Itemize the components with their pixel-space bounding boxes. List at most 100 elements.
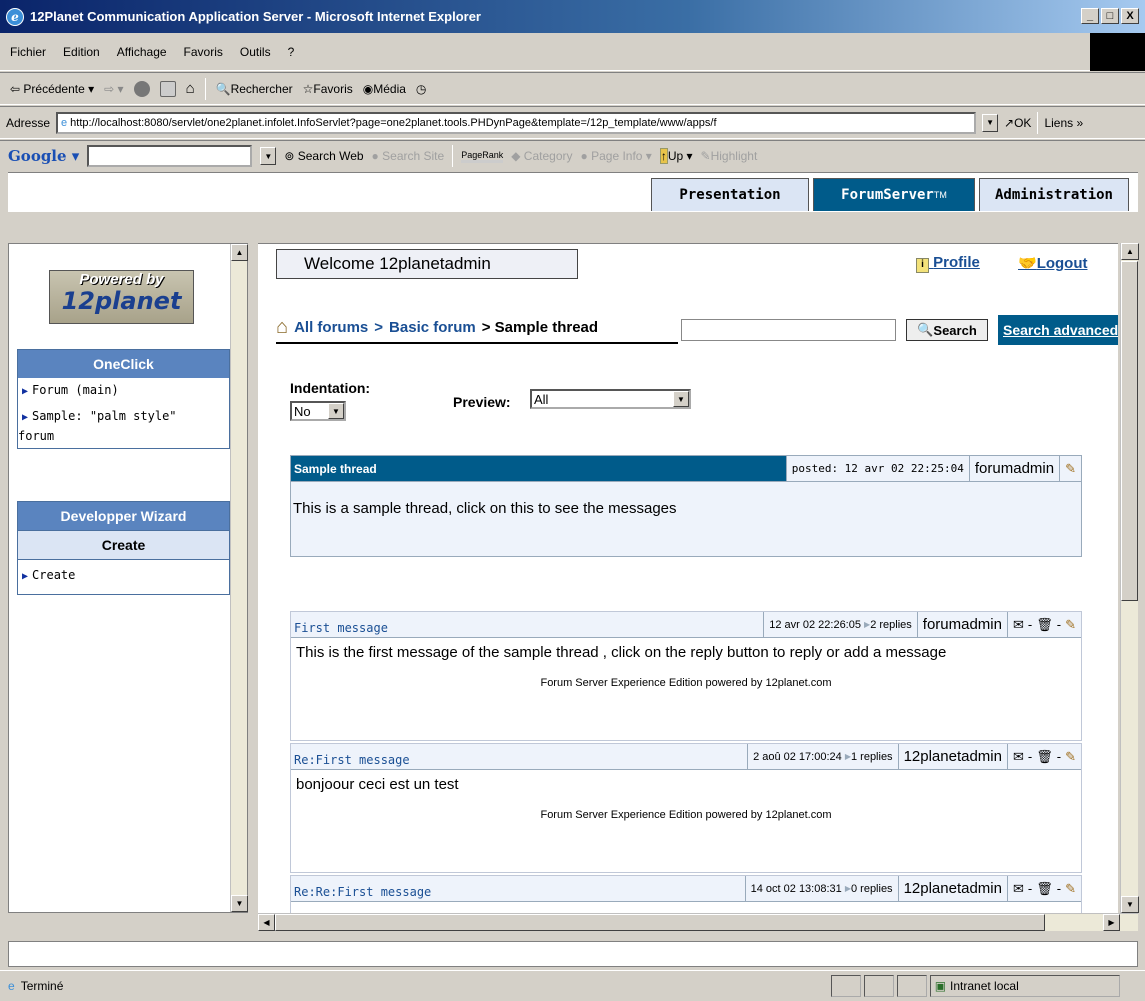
reply-icon[interactable]: ✉ [1013,881,1024,897]
sidebar-item-create[interactable]: ▶ Create [18,560,229,594]
message-title[interactable]: First message [291,612,763,637]
favorites-toolbar-button[interactable]: ☆Favoris [303,82,353,96]
indentation-select[interactable]: No ▼ [290,401,346,421]
scroll-up-button[interactable]: ▲ [1121,243,1139,260]
reply-icon[interactable]: ✉ [1013,749,1024,765]
status-pane [863,975,894,997]
menu-help[interactable]: ? [288,45,295,59]
highlight-button[interactable]: ✎Highlight [701,149,758,163]
up-button[interactable]: ↑Up ▾ [659,148,693,164]
close-button[interactable]: X [1121,8,1139,24]
google-search-input[interactable] [87,145,253,167]
tab-forumserver[interactable]: ForumServer TM [813,178,975,211]
highlight-label: Highlight [710,149,758,163]
page-done-icon: e [8,979,15,993]
sidebar-item-forum-main[interactable]: ▶ Forum (main) [18,378,229,404]
wizard-subtitle: Create [18,530,229,560]
stop-icon[interactable] [133,80,150,97]
minimize-button[interactable]: _ [1081,8,1099,24]
message-title[interactable]: Re:First message [291,744,747,769]
trash-icon[interactable]: 🗑 [1036,617,1053,633]
menu-outils[interactable]: Outils [240,45,271,59]
go-button[interactable]: ↗OK [1004,116,1031,130]
oneclick-panel: OneClick ▶ Forum (main) ▶ Sample: "palm st… [17,349,230,449]
trash-icon[interactable]: 🗑 [1036,881,1053,897]
breadcrumb-current: > Sample thread [481,319,599,336]
powered-by-logo: Powered by 12planet [49,270,194,324]
tab-presentation[interactable]: Presentation [651,178,809,211]
google-logo[interactable]: Google ▾ [8,147,79,165]
menu-favoris[interactable]: Favoris [184,45,223,59]
up-folder-icon: ↑ [659,148,668,164]
oneclick-title: OneClick [18,350,229,378]
menu-affichage[interactable]: Affichage [117,45,167,59]
history-icon[interactable]: ◷ [416,82,426,96]
address-dropdown-button[interactable]: ▼ [982,113,999,132]
back-button[interactable]: ⇦ Précédente ▾ [10,82,94,96]
links-button[interactable]: Liens » [1044,116,1083,130]
scroll-right-button[interactable]: ▶ [1103,914,1120,931]
category-button[interactable]: ◆ Category [511,149,572,163]
star-icon: ☆ [302,81,314,96]
sidebar-item-palm-style-tail[interactable]: forum [18,427,229,448]
pencil-icon: ✎ [1065,460,1076,476]
search-toolbar-label: Rechercher [230,81,293,96]
search-web-button[interactable]: ⊚ Search Web [284,149,363,163]
thread-title[interactable]: Sample thread [291,456,786,481]
chevron-down-icon: ▼ [673,391,689,407]
scroll-up-button[interactable]: ▲ [231,244,248,261]
search-site-button[interactable]: ● Search Site [372,149,445,163]
breadcrumb-underline [276,342,678,344]
google-toolbar: Google ▾ ▼ ⊚ Search Web ● Search Site Pa… [0,140,1145,171]
page-info-button[interactable]: ● Page Info ▾ [581,149,652,163]
thread-edit-button[interactable]: ✎ [1059,456,1081,481]
media-toolbar-button[interactable]: ◉Média [363,82,406,96]
profile-label: Profile [933,254,980,271]
throbber-area [1090,33,1145,71]
maximize-button[interactable]: □ [1101,8,1119,24]
breadcrumb-basic-forum[interactable]: Basic forum [389,319,476,336]
breadcrumb-all-forums[interactable]: All forums [294,319,368,336]
home-icon[interactable]: ⌂ [186,80,195,97]
highlighter-icon: ✎ [700,149,711,163]
app-tab-strip: Presentation ForumServer TM Administratio… [8,172,1138,212]
search-button[interactable]: 🔍 Search [906,319,988,341]
scroll-left-button[interactable]: ◀ [258,914,275,931]
search-icon: 🔍 [215,81,231,96]
tab-administration[interactable]: Administration [979,178,1129,211]
scroll-thumb-horizontal[interactable] [275,914,1045,931]
menu-edition[interactable]: Edition [63,45,100,59]
google-dropdown-button[interactable]: ▼ [260,147,277,165]
scroll-thumb[interactable] [1121,261,1138,601]
pencil-icon[interactable]: ✎ [1065,617,1076,633]
forward-button[interactable]: ⇨ ▾ [104,82,123,96]
pencil-icon[interactable]: ✎ [1065,881,1076,897]
logout-link[interactable]: 🤝Logout [1018,254,1088,272]
message-replies: 2 replies [870,618,912,631]
search-advanced-link[interactable]: Search advanced [998,315,1118,345]
sidebar-item-palm-style[interactable]: ▶ Sample: "palm style" [18,404,229,427]
window-titlebar: e 12Planet Communication Application Ser… [0,0,1145,33]
menu-fichier[interactable]: Fichier [10,45,46,59]
reply-icon[interactable]: ✉ [1013,617,1024,633]
scroll-down-button[interactable]: ▼ [231,895,248,912]
refresh-icon[interactable] [159,80,176,97]
google-separator [452,145,454,167]
pencil-icon[interactable]: ✎ [1065,749,1076,765]
search-site-label: Search Site [382,149,445,163]
message-date: 14 oct 02 13:08:31 ▶ 0 replies [744,876,898,901]
search-toolbar-button[interactable]: 🔍Rechercher [216,82,293,96]
address-field[interactable]: e http://localhost:8080/servlet/one2plan… [56,111,977,134]
scroll-down-button[interactable]: ▼ [1121,896,1139,913]
message-title[interactable]: Re:Re:First message [291,876,745,901]
search-input[interactable] [681,319,896,341]
home-icon[interactable]: ⌂ [276,316,288,339]
sidebar-scrollbar[interactable]: ▲ ▼ [230,244,248,912]
main-scrollbar-horizontal[interactable]: ◀ ▶ [258,913,1138,931]
intranet-icon: ▣ [934,979,947,993]
main-scrollbar-vertical[interactable]: ▲ ▼ [1120,243,1139,913]
message-header: First message 12 avr 02 22:26:05 ▶ 2 repl… [291,612,1081,638]
profile-link[interactable]: i Profile [916,254,980,273]
preview-select[interactable]: All ▼ [530,389,691,409]
trash-icon[interactable]: 🗑 [1036,749,1053,765]
